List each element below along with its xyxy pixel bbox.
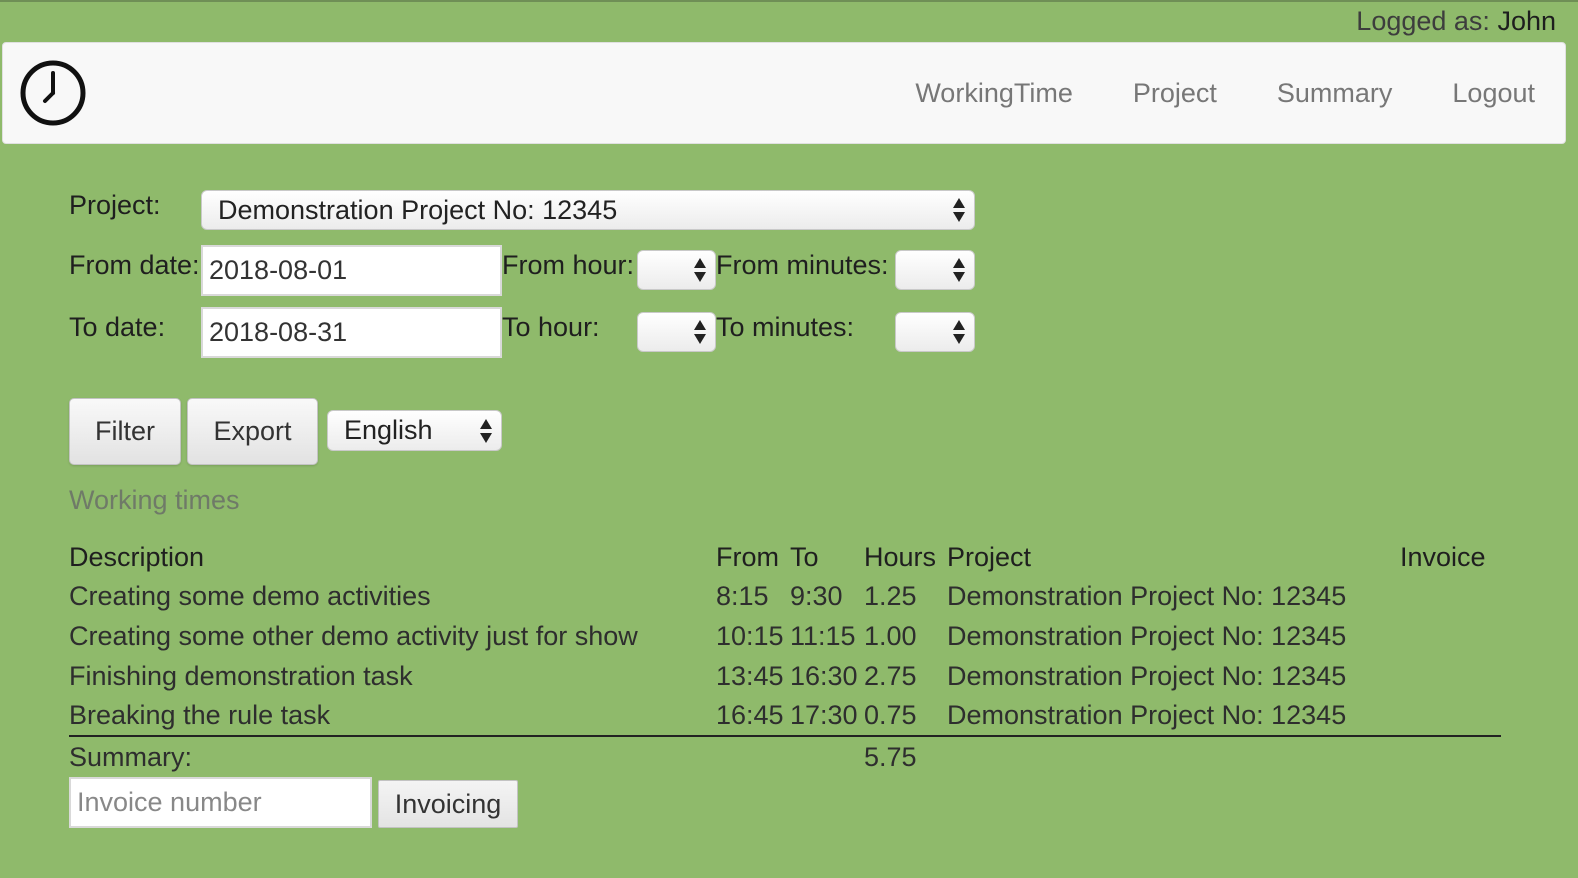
cell-project: Demonstration Project No: 12345 (947, 661, 1347, 691)
cell-description: Creating some other demo activity just f… (69, 621, 638, 651)
top-border (0, 0, 1578, 2)
col-description: Description (69, 542, 205, 572)
cell-hours: 0.75 (864, 700, 917, 730)
to-date-input[interactable] (201, 307, 502, 358)
project-select-value: Demonstration Project No: 12345 (218, 194, 618, 225)
invoicing-button[interactable]: Invoicing (378, 780, 518, 828)
cell-project: Demonstration Project No: 12345 (947, 700, 1347, 730)
select-arrows-icon (480, 418, 492, 443)
username: John (1497, 6, 1556, 36)
export-button[interactable]: Export (187, 398, 318, 465)
invoice-number-input[interactable] (69, 777, 372, 828)
cell-project: Demonstration Project No: 12345 (947, 621, 1347, 651)
col-to: To (790, 542, 819, 572)
cell-hours: 1.25 (864, 581, 917, 611)
select-arrows-icon (694, 320, 706, 344)
col-invoice: Invoice (1400, 542, 1486, 572)
nav-links: WorkingTime Project Summary Logout (885, 43, 1565, 143)
col-from: From (716, 542, 779, 572)
cell-hours: 1.00 (864, 621, 917, 651)
cell-project: Demonstration Project No: 12345 (947, 581, 1347, 611)
from-hour-label: From hour: (502, 250, 635, 280)
logged-as-text: Logged as: John (1356, 6, 1556, 37)
nav-project[interactable]: Project (1103, 78, 1247, 109)
cell-hours: 2.75 (864, 661, 917, 691)
from-date-label: From date: (69, 250, 200, 280)
from-minutes-label: From minutes: (716, 250, 889, 280)
cell-to: 17:30 (790, 700, 858, 730)
select-arrows-icon (953, 320, 965, 344)
cell-to: 11:15 (790, 621, 856, 651)
cell-from: 8:15 (716, 581, 769, 611)
to-hour-label: To hour: (502, 312, 600, 342)
language-select-value: English (344, 415, 433, 445)
summary-hours: 5.75 (864, 742, 917, 772)
nav-workingtime[interactable]: WorkingTime (885, 78, 1103, 109)
from-date-input[interactable] (201, 245, 502, 296)
from-hour-select[interactable] (637, 250, 716, 290)
working-times-title: Working times (69, 485, 240, 515)
col-hours: Hours (864, 542, 937, 572)
select-arrows-icon (953, 258, 965, 282)
logged-as-prefix: Logged as: (1356, 6, 1490, 36)
cell-to: 16:30 (790, 661, 858, 691)
to-minutes-select[interactable] (895, 312, 975, 352)
cell-description: Creating some demo activities (69, 581, 431, 611)
navbar: WorkingTime Project Summary Logout (2, 42, 1566, 144)
project-select[interactable]: Demonstration Project No: 12345 (201, 190, 975, 230)
clock-icon[interactable] (19, 59, 87, 127)
select-arrows-icon (694, 258, 706, 282)
cell-description: Breaking the rule task (69, 700, 331, 730)
nav-logout[interactable]: Logout (1422, 78, 1565, 109)
cell-from: 10:15 (716, 621, 784, 651)
cell-to: 9:30 (790, 581, 843, 611)
col-project: Project (947, 542, 1032, 572)
project-label: Project: (69, 190, 161, 220)
select-arrows-icon (953, 198, 965, 222)
language-select[interactable]: English (327, 410, 502, 451)
to-date-label: To date: (69, 312, 166, 342)
filter-button[interactable]: Filter (69, 398, 181, 465)
summary-label: Summary: (69, 742, 193, 772)
cell-description: Finishing demonstration task (69, 661, 413, 691)
to-minutes-label: To minutes: (716, 312, 855, 342)
cell-from: 13:45 (716, 661, 784, 691)
table-divider (69, 735, 1501, 737)
from-minutes-select[interactable] (895, 250, 975, 290)
nav-summary[interactable]: Summary (1247, 78, 1423, 109)
cell-from: 16:45 (716, 700, 784, 730)
to-hour-select[interactable] (637, 312, 716, 352)
